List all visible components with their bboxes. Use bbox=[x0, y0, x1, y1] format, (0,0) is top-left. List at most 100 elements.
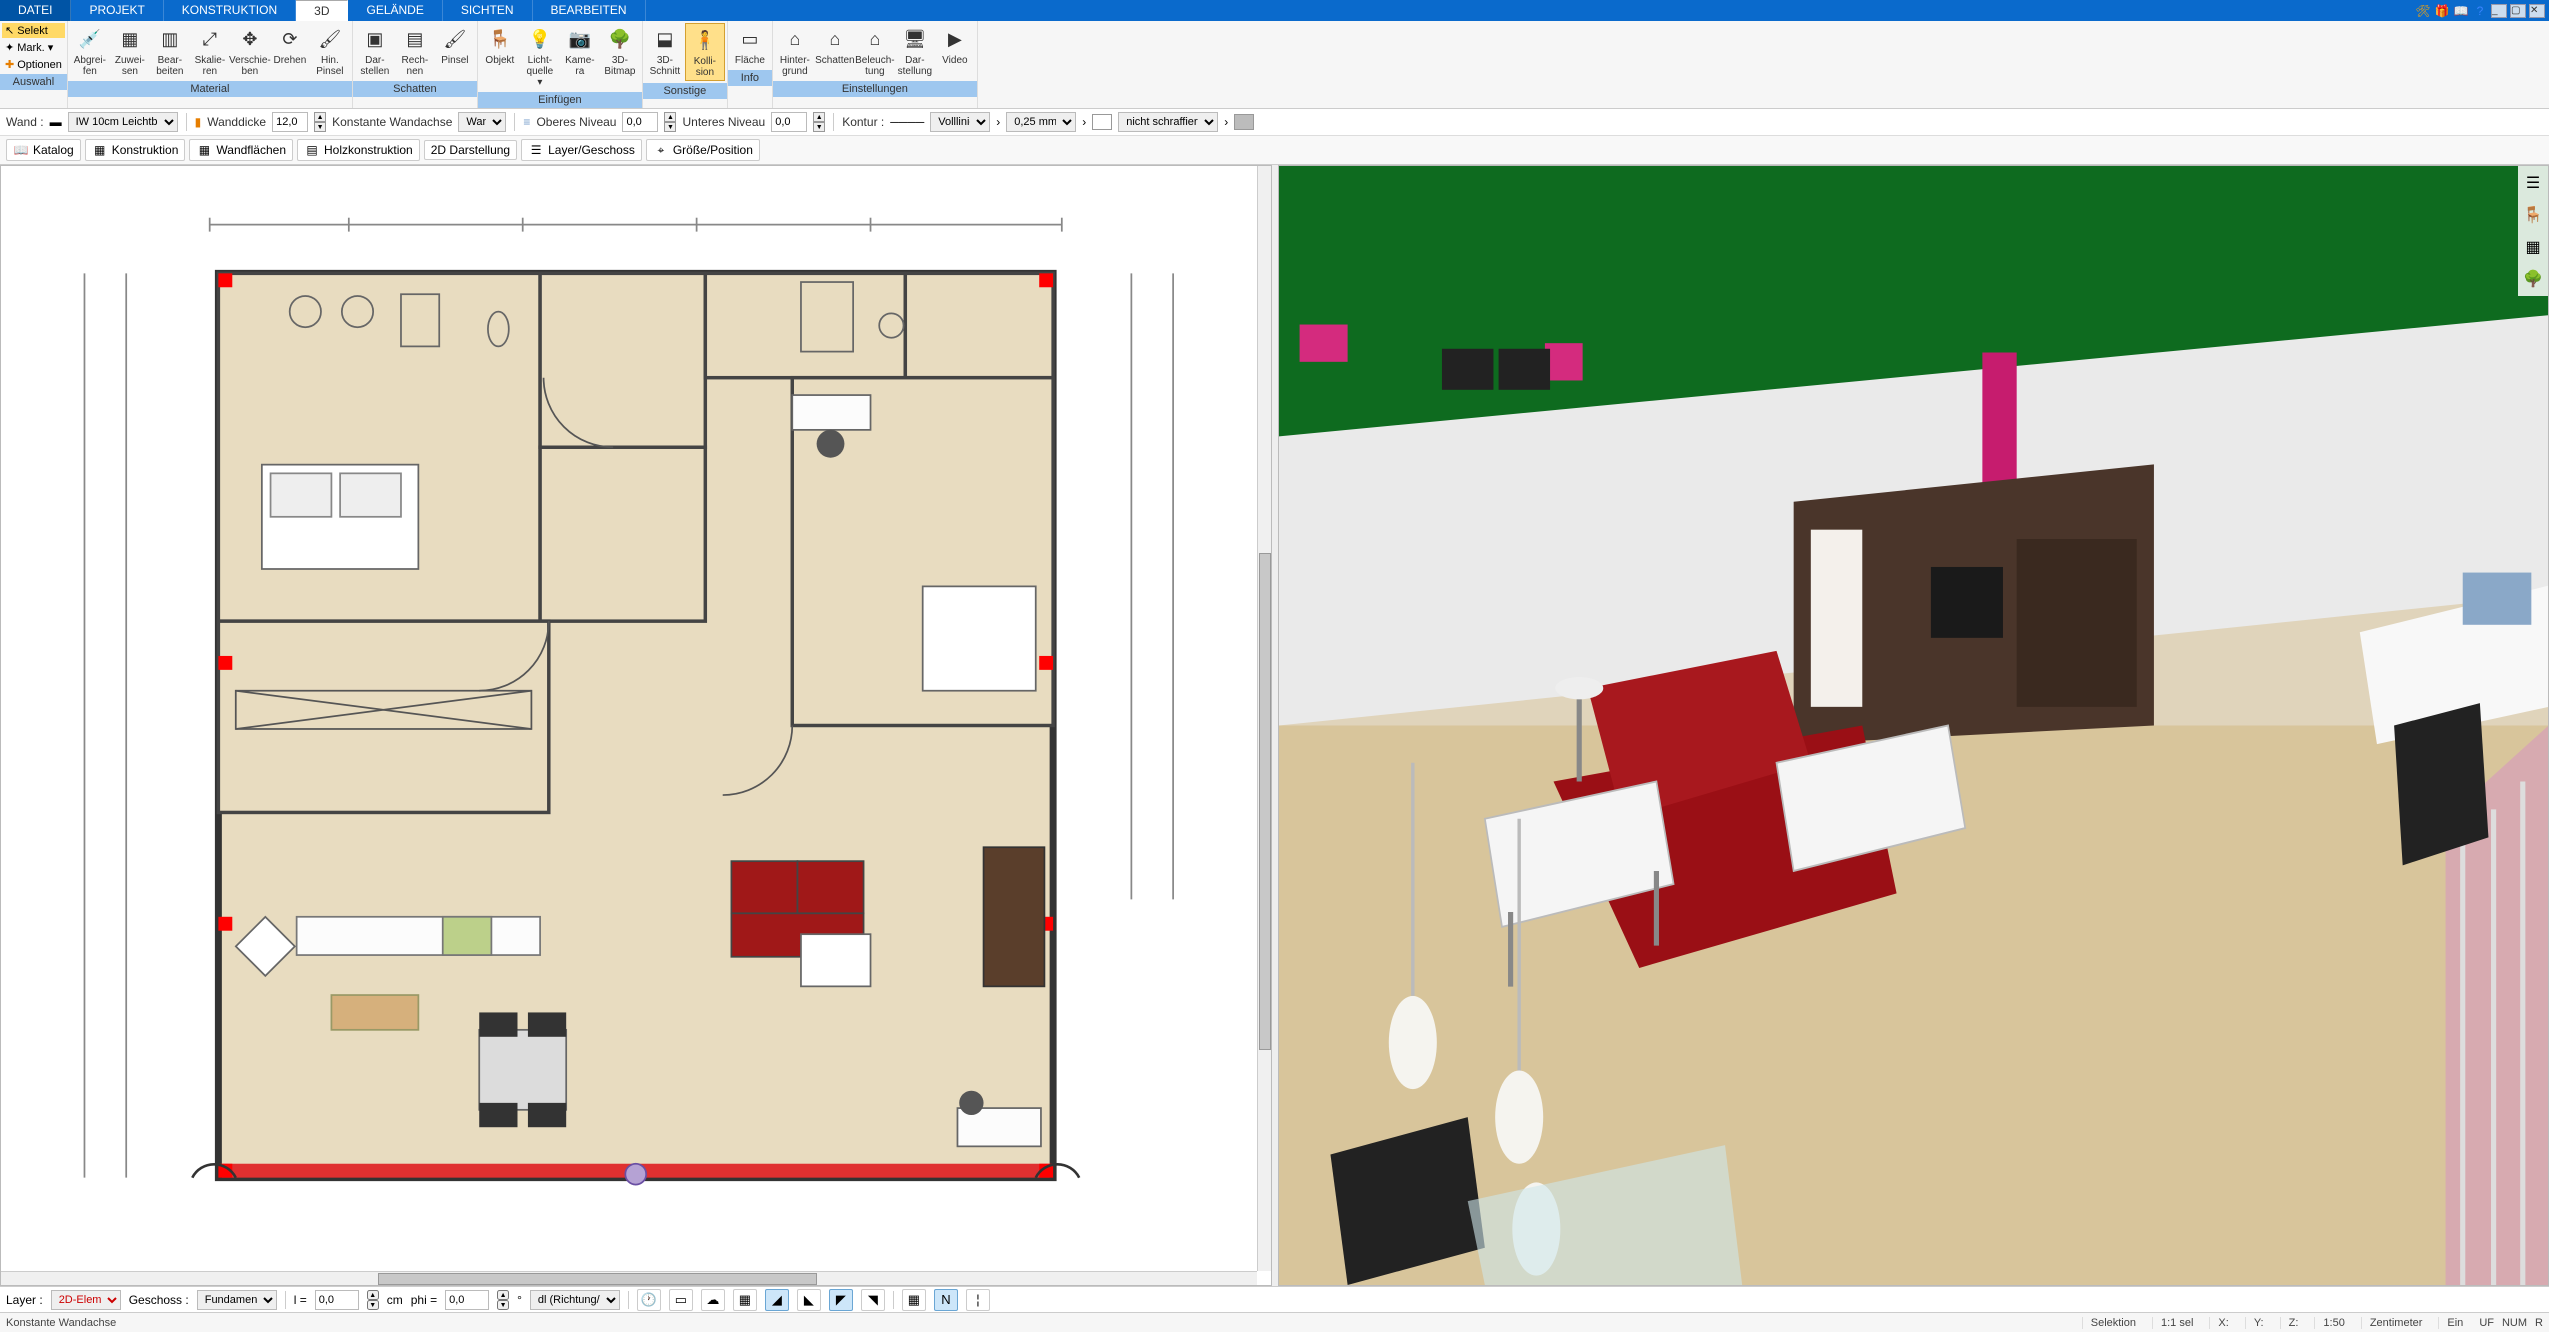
kontur-color-swatch[interactable] bbox=[1092, 114, 1112, 130]
geschoss-select[interactable]: Fundament bbox=[197, 1290, 277, 1310]
viewmode4-button[interactable]: ◥ bbox=[861, 1289, 885, 1311]
bearbeiten-button[interactable]: ▥Bear-beiten bbox=[150, 23, 190, 79]
oberes-up[interactable]: ▲ bbox=[664, 112, 676, 122]
scrollbar-vertical[interactable] bbox=[1257, 166, 1271, 1271]
katalog-button[interactable]: 📖Katalog bbox=[6, 139, 81, 161]
oberes-down[interactable]: ▼ bbox=[664, 122, 676, 132]
darstellen-button[interactable]: ▣Dar-stellen bbox=[355, 23, 395, 79]
north-button[interactable]: N bbox=[934, 1289, 958, 1311]
objekt-button[interactable]: 🪑Objekt bbox=[480, 23, 520, 90]
beleuchtung-button[interactable]: ⌂Beleuch-tung bbox=[855, 23, 895, 79]
mark-button[interactable]: ✦Mark.▾ bbox=[2, 40, 65, 55]
phi-up[interactable]: ▲ bbox=[497, 1290, 509, 1300]
tab-gelaende[interactable]: GELÄNDE bbox=[348, 0, 442, 21]
grid-button[interactable]: ▦ bbox=[902, 1289, 926, 1311]
tab-konstruktion[interactable]: KONSTRUKTION bbox=[164, 0, 296, 21]
wood-icon: ▤ bbox=[304, 142, 320, 158]
expand-icon-3[interactable]: › bbox=[1224, 115, 1228, 129]
viewport-2d[interactable] bbox=[0, 165, 1272, 1286]
wanddicke-down[interactable]: ▼ bbox=[314, 122, 326, 132]
tab-bearbeiten[interactable]: BEARBEITEN bbox=[533, 0, 646, 21]
3dbitmap-button[interactable]: 🌳3D-Bitmap bbox=[600, 23, 640, 90]
rechnen-button[interactable]: ▤Rech-nen bbox=[395, 23, 435, 79]
chair-panel-icon[interactable]: 🪑 bbox=[2522, 204, 2544, 226]
schraffur-select[interactable]: nicht schraffiert bbox=[1118, 112, 1218, 132]
wandflaechen-button[interactable]: ▦Wandflächen bbox=[189, 139, 293, 161]
minimize-icon[interactable]: _ bbox=[2491, 4, 2507, 18]
group-label-einstellungen: Einstellungen bbox=[773, 81, 977, 97]
wand-type-select[interactable]: IW 10cm Leichtbeton bbox=[68, 112, 178, 132]
darstellung-button[interactable]: 🖥Dar-stellung bbox=[895, 23, 935, 79]
unteres-input[interactable] bbox=[771, 112, 807, 132]
cam-button[interactable]: ▭ bbox=[669, 1289, 693, 1311]
color-tool-button[interactable]: ▦ bbox=[733, 1289, 757, 1311]
tab-sichten[interactable]: SICHTEN bbox=[443, 0, 533, 21]
floorplan-canvas[interactable] bbox=[1, 166, 1271, 1285]
close-icon[interactable]: ✕ bbox=[2529, 4, 2545, 18]
show-shadow-icon: ▣ bbox=[361, 25, 389, 53]
kontur-width-select[interactable]: 0,25 mm bbox=[1006, 112, 1076, 132]
kontur-line-select[interactable]: Volllinie bbox=[930, 112, 990, 132]
l-input[interactable] bbox=[315, 1290, 359, 1310]
color-palette-icon[interactable]: ▦ bbox=[2522, 236, 2544, 258]
konstruktion-button[interactable]: ▦Konstruktion bbox=[85, 139, 186, 161]
hinpinsel-button[interactable]: 🖌Hin.Pinsel bbox=[310, 23, 350, 79]
viewmode2-button[interactable]: ◣ bbox=[797, 1289, 821, 1311]
l-down[interactable]: ▼ bbox=[367, 1300, 379, 1310]
kollision-button[interactable]: 🧍Kolli-sion bbox=[685, 23, 725, 81]
tab-projekt[interactable]: PROJEKT bbox=[71, 0, 163, 21]
layer-geschoss-button[interactable]: ☰Layer/Geschoss bbox=[521, 139, 642, 161]
pattern-color-swatch[interactable] bbox=[1234, 114, 1254, 130]
holzkonstruktion-button[interactable]: ▤Holzkonstruktion bbox=[297, 139, 420, 161]
3dschnitt-button[interactable]: ⬓3D-Schnitt bbox=[645, 23, 685, 81]
unteres-down[interactable]: ▼ bbox=[813, 122, 825, 132]
dl-select[interactable]: dl (Richtung/Di bbox=[530, 1290, 620, 1310]
ribbon-group-einfuegen: 🪑Objekt 💡Licht-quelle▾ 📷Kame-ra 🌳3D-Bitm… bbox=[478, 21, 643, 108]
restore-icon[interactable]: ▢ bbox=[2510, 4, 2526, 18]
wandachse-select[interactable]: Wanda bbox=[458, 112, 506, 132]
expand-icon-2[interactable]: › bbox=[1082, 115, 1086, 129]
drehen-button[interactable]: ⟳Drehen bbox=[270, 23, 310, 79]
book-icon[interactable]: 📖 bbox=[2453, 3, 2469, 19]
3d-canvas[interactable] bbox=[1279, 166, 2549, 1285]
clock-button[interactable]: 🕐 bbox=[637, 1289, 661, 1311]
terrain-tree-icon[interactable]: 🌳 bbox=[2522, 268, 2544, 290]
phi-down[interactable]: ▼ bbox=[497, 1300, 509, 1310]
verschieben-button[interactable]: ✥Verschie-ben bbox=[230, 23, 270, 79]
hintergrund-button[interactable]: ⌂Hinter-grund bbox=[775, 23, 815, 79]
viewmode1-button[interactable]: ◢ bbox=[765, 1289, 789, 1311]
oberes-input[interactable] bbox=[622, 112, 658, 132]
groesse-position-button[interactable]: ⌖Größe/Position bbox=[646, 139, 760, 161]
2d-darstellung-button[interactable]: 2D Darstellung bbox=[424, 140, 517, 160]
phi-input[interactable] bbox=[445, 1290, 489, 1310]
info-divider-button[interactable]: ¦ bbox=[966, 1289, 990, 1311]
viewmode3-button[interactable]: ◤ bbox=[829, 1289, 853, 1311]
layers-icon[interactable]: ☰ bbox=[2522, 172, 2544, 194]
expand-icon[interactable]: › bbox=[996, 115, 1000, 129]
group-label-schatten: Schatten bbox=[353, 81, 477, 97]
flaeche-button[interactable]: ▭Fläche bbox=[730, 23, 770, 68]
tab-3d[interactable]: 3D bbox=[296, 0, 348, 21]
pinsel-button[interactable]: 🖌Pinsel bbox=[435, 23, 475, 79]
help-icon[interactable]: ? bbox=[2472, 3, 2488, 19]
lichtquelle-button[interactable]: 💡Licht-quelle▾ bbox=[520, 23, 560, 90]
l-up[interactable]: ▲ bbox=[367, 1290, 379, 1300]
schatten-button[interactable]: ⌂Schatten bbox=[815, 23, 855, 79]
tab-datei[interactable]: DATEI bbox=[0, 0, 71, 21]
cloud-button[interactable]: ☁ bbox=[701, 1289, 725, 1311]
gift-icon[interactable]: 🎁 bbox=[2434, 3, 2450, 19]
wanddicke-input[interactable] bbox=[272, 112, 308, 132]
tools-icon[interactable]: 🛠 bbox=[2415, 3, 2431, 19]
video-button[interactable]: ▶Video bbox=[935, 23, 975, 79]
kamera-button[interactable]: 📷Kame-ra bbox=[560, 23, 600, 90]
skalieren-button[interactable]: ⤢Skalie-ren bbox=[190, 23, 230, 79]
scrollbar-horizontal[interactable] bbox=[1, 1271, 1257, 1285]
unteres-up[interactable]: ▲ bbox=[813, 112, 825, 122]
layer-select[interactable]: 2D-Element bbox=[51, 1290, 121, 1310]
zuweisen-button[interactable]: ▦Zuwei-sen bbox=[110, 23, 150, 79]
viewport-3d[interactable]: ☰ 🪑 ▦ 🌳 bbox=[1278, 165, 2549, 1286]
abgreifen-button[interactable]: 💉Abgrei-fen bbox=[70, 23, 110, 79]
optionen-button[interactable]: ✚Optionen bbox=[2, 57, 65, 72]
wanddicke-up[interactable]: ▲ bbox=[314, 112, 326, 122]
selekt-button[interactable]: ↖Selekt bbox=[2, 23, 65, 38]
